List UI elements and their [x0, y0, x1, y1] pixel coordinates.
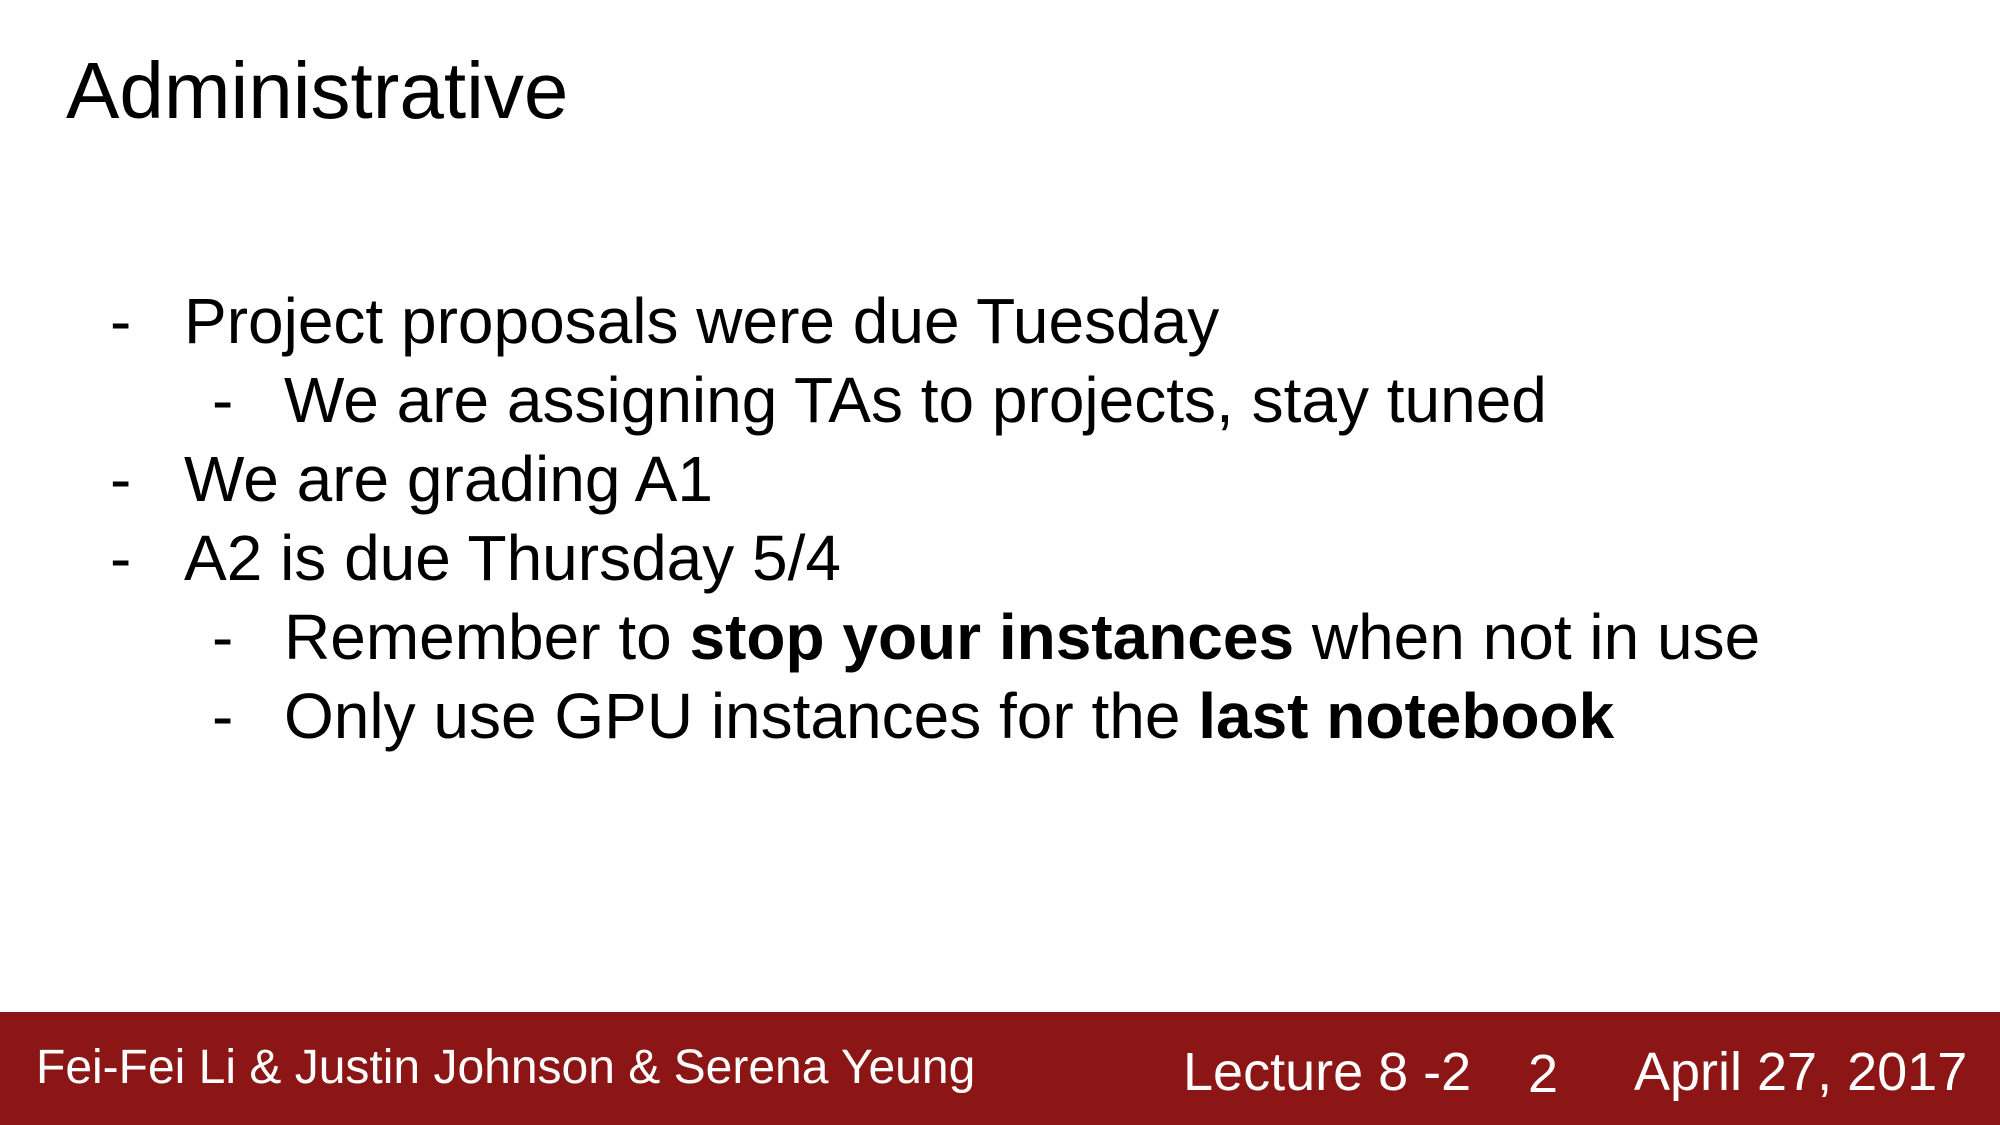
bullet-text: Remember to stop your instances when not… — [284, 601, 1761, 673]
footer-lecture-page: 2 — [1441, 1042, 1472, 1102]
bullet-marker: - — [110, 285, 132, 357]
bullet-text: We are grading A1 — [184, 443, 713, 515]
bullet-item: - We are grading A1 — [0, 440, 2000, 519]
footer-date: April 27, 2017 — [1634, 1042, 1968, 1102]
bullet-item: - A2 is due Thursday 5/4 — [0, 519, 2000, 598]
bullet-text: A2 is due Thursday 5/4 — [184, 522, 841, 594]
bullet-marker: - — [110, 443, 132, 515]
sub-bullet-item: - We are assigning TAs to projects, stay… — [0, 361, 2000, 440]
emphasis-text: last notebook — [1198, 680, 1615, 752]
footer-lecture: Lecture 8 -2 — [1183, 1042, 1472, 1102]
bullet-marker: - — [212, 601, 234, 673]
footer-bar: Fei-Fei Li & Justin Johnson & Serena Yeu… — [0, 1012, 2000, 1125]
bullet-item: - Project proposals were due Tuesday — [0, 282, 2000, 361]
bullet-text: Project proposals were due Tuesday — [184, 285, 1220, 357]
footer-authors: Fei-Fei Li & Justin Johnson & Serena Yeu… — [36, 1041, 976, 1094]
bullet-marker: - — [212, 680, 234, 752]
sub-bullet-item: - Only use GPU instances for the last no… — [0, 677, 2000, 756]
sub-bullet-item: - Remember to stop your instances when n… — [0, 598, 2000, 677]
bullet-marker: - — [212, 364, 234, 436]
bullet-text: We are assigning TAs to projects, stay t… — [284, 364, 1547, 436]
bullet-list: - Project proposals were due Tuesday - W… — [0, 282, 2000, 756]
bullet-text: Only use GPU instances for the last note… — [284, 680, 1615, 752]
emphasis-text: stop your instances — [689, 601, 1295, 673]
slide: Administrative - Project proposals were … — [0, 0, 2000, 1125]
footer-page-number: 2 — [1528, 1044, 1559, 1104]
bullet-marker: - — [110, 522, 132, 594]
slide-title: Administrative — [66, 46, 569, 135]
